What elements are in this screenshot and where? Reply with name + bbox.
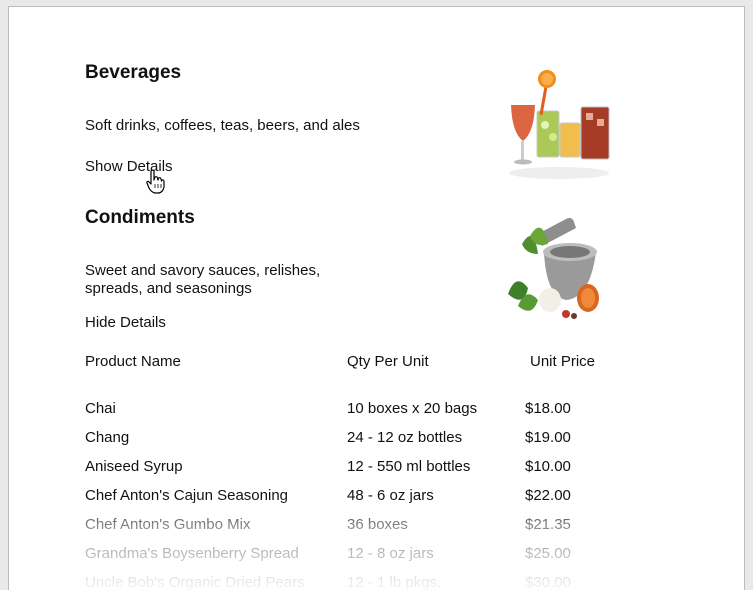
hide-details-link[interactable]: Hide Details xyxy=(85,314,166,331)
unit-price: $30.00 xyxy=(525,574,571,590)
product-name: Chef Anton's Cajun Seasoning xyxy=(85,487,289,504)
table-row: Chef Anton's Cajun Seasoning 48 - 6 oz j… xyxy=(9,485,744,514)
drinks-image xyxy=(509,70,610,179)
unit-price: $19.00 xyxy=(525,429,571,446)
product-name: Chef Anton's Gumbo Mix xyxy=(85,516,251,533)
product-name: Uncle Bob's Organic Dried Pears xyxy=(85,574,305,590)
table-row: Grandma's Boysenberry Spread 12 - 8 oz j… xyxy=(9,543,744,572)
unit-price: $18.00 xyxy=(525,400,571,417)
unit-price: $21.35 xyxy=(525,516,571,533)
product-name: Grandma's Boysenberry Spread xyxy=(85,545,299,562)
category-title-beverages: Beverages xyxy=(85,62,182,83)
qty-per-unit: 12 - 550 ml bottles xyxy=(347,458,471,475)
qty-per-unit: 12 - 8 oz jars xyxy=(347,545,434,562)
qty-per-unit: 12 - 1 lb pkgs. xyxy=(347,574,442,590)
column-header-qty-per-unit: Qty Per Unit xyxy=(347,353,429,370)
unit-price: $10.00 xyxy=(525,458,571,475)
category-title-condiments: Condiments xyxy=(85,207,195,228)
page-frame: Beverages Soft drinks, coffees, teas, be… xyxy=(8,6,745,590)
hand-pointer-icon xyxy=(146,169,165,194)
qty-per-unit: 48 - 6 oz jars xyxy=(347,487,434,504)
table-row: Chef Anton's Gumbo Mix 36 boxes $21.35 xyxy=(9,514,744,543)
category-description-condiments: Sweet and savory sauces, relishes, sprea… xyxy=(85,262,321,297)
mortar-pestle-image xyxy=(508,218,599,319)
qty-per-unit: 24 - 12 oz bottles xyxy=(347,429,463,446)
product-name: Aniseed Syrup xyxy=(85,458,183,475)
table-row: Chai 10 boxes x 20 bags $18.00 xyxy=(9,398,744,427)
unit-price: $25.00 xyxy=(525,545,571,562)
column-header-product-name: Product Name xyxy=(85,353,181,370)
table-row: Uncle Bob's Organic Dried Pears 12 - 1 l… xyxy=(9,572,744,590)
product-table: Chai 10 boxes x 20 bags $18.00 Chang 24 … xyxy=(9,398,744,590)
table-row: Aniseed Syrup 12 - 550 ml bottles $10.00 xyxy=(9,456,744,485)
category-description-beverages: Soft drinks, coffees, teas, beers, and a… xyxy=(85,117,360,134)
unit-price: $22.00 xyxy=(525,487,571,504)
table-row: Chang 24 - 12 oz bottles $19.00 xyxy=(9,427,744,456)
qty-per-unit: 36 boxes xyxy=(347,516,408,533)
column-header-unit-price: Unit Price xyxy=(530,353,596,370)
product-name: Chai xyxy=(85,400,116,417)
qty-per-unit: 10 boxes x 20 bags xyxy=(347,400,478,417)
product-name: Chang xyxy=(85,429,130,446)
